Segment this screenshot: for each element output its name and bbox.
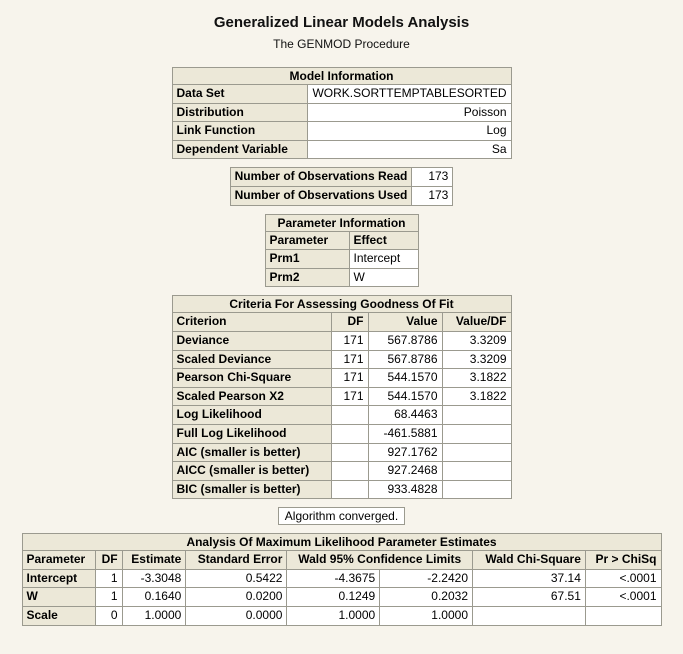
obs-read-value: 173 bbox=[412, 168, 453, 187]
table-row: Number of Observations Read 173 bbox=[230, 168, 453, 187]
model-info-value: Log bbox=[308, 122, 511, 141]
table-row: Scale 0 1.0000 0.0000 1.0000 1.0000 bbox=[22, 607, 661, 626]
table-row: Distribution Poisson bbox=[172, 103, 511, 122]
col-value-df: Value/DF bbox=[442, 313, 511, 332]
mle-estimates-caption: Analysis Of Maximum Likelihood Parameter… bbox=[22, 533, 662, 550]
table-header-row: Parameter DF Estimate Standard Error Wal… bbox=[22, 551, 661, 570]
goodness-of-fit-caption: Criteria For Assessing Goodness Of Fit bbox=[172, 295, 512, 312]
table-row: Scaled Pearson X2171544.15703.1822 bbox=[172, 387, 511, 406]
convergence-note: Algorithm converged. bbox=[278, 507, 405, 525]
param-name: Prm1 bbox=[265, 250, 349, 269]
model-information-caption: Model Information bbox=[172, 67, 512, 84]
col-effect: Effect bbox=[349, 231, 418, 250]
table-row: Pearson Chi-Square171544.15703.1822 bbox=[172, 369, 511, 388]
table-row: Prm1 Intercept bbox=[265, 250, 418, 269]
table-row: AIC (smaller is better)927.1762 bbox=[172, 443, 511, 462]
param-name: Prm2 bbox=[265, 268, 349, 287]
table-row: Deviance171567.87863.3209 bbox=[172, 331, 511, 350]
col-conf-limits: Wald 95% Confidence Limits bbox=[287, 551, 473, 570]
model-info-value: Poisson bbox=[308, 103, 511, 122]
col-wald-chisq: Wald Chi-Square bbox=[473, 551, 586, 570]
col-df: DF bbox=[331, 313, 368, 332]
col-estimate: Estimate bbox=[122, 551, 186, 570]
col-parameter: Parameter bbox=[22, 551, 95, 570]
table-row: Link Function Log bbox=[172, 122, 511, 141]
param-effect: Intercept bbox=[349, 250, 418, 269]
table-row: Dependent Variable Sa bbox=[172, 140, 511, 159]
parameter-information-caption: Parameter Information bbox=[265, 214, 419, 231]
table-row: Log Likelihood68.4463 bbox=[172, 406, 511, 425]
model-info-label: Dependent Variable bbox=[172, 140, 308, 159]
col-parameter: Parameter bbox=[265, 231, 349, 250]
table-row: Scaled Deviance171567.87863.3209 bbox=[172, 350, 511, 369]
table-row: Full Log Likelihood-461.5881 bbox=[172, 424, 511, 443]
mle-estimates-table: Analysis Of Maximum Likelihood Parameter… bbox=[22, 533, 662, 625]
col-df: DF bbox=[95, 551, 122, 570]
param-effect: W bbox=[349, 268, 418, 287]
table-row: Data Set WORK.SORTTEMPTABLESORTED bbox=[172, 85, 511, 104]
table-row: Intercept 1 -3.3048 0.5422 -4.3675 -2.24… bbox=[22, 569, 661, 588]
obs-read-label: Number of Observations Read bbox=[230, 168, 412, 187]
table-row: BIC (smaller is better)933.4828 bbox=[172, 480, 511, 499]
obs-used-value: 173 bbox=[412, 186, 453, 205]
model-info-value: Sa bbox=[308, 140, 511, 159]
table-row: Prm2 W bbox=[265, 268, 418, 287]
table-header-row: Criterion DF Value Value/DF bbox=[172, 313, 511, 332]
parameter-information-table: Parameter Information Parameter Effect P… bbox=[265, 214, 419, 288]
goodness-of-fit-table: Criteria For Assessing Goodness Of Fit C… bbox=[172, 295, 512, 499]
model-information-table: Model Information Data Set WORK.SORTTEMP… bbox=[172, 67, 512, 159]
col-stderr: Standard Error bbox=[186, 551, 287, 570]
model-info-label: Distribution bbox=[172, 103, 308, 122]
model-info-label: Link Function bbox=[172, 122, 308, 141]
table-header-row: Parameter Effect bbox=[265, 231, 418, 250]
table-row: W 1 0.1640 0.0200 0.1249 0.2032 67.51 <.… bbox=[22, 588, 661, 607]
col-criterion: Criterion bbox=[172, 313, 331, 332]
page-title: Generalized Linear Models Analysis bbox=[10, 14, 673, 31]
model-info-value: WORK.SORTTEMPTABLESORTED bbox=[308, 85, 511, 104]
table-row: Number of Observations Used 173 bbox=[230, 186, 453, 205]
col-value: Value bbox=[368, 313, 442, 332]
obs-used-label: Number of Observations Used bbox=[230, 186, 412, 205]
col-pr-chisq: Pr > ChiSq bbox=[585, 551, 661, 570]
procedure-subtitle: The GENMOD Procedure bbox=[10, 37, 673, 51]
model-info-label: Data Set bbox=[172, 85, 308, 104]
observations-table: Number of Observations Read 173 Number o… bbox=[230, 167, 454, 205]
table-row: AICC (smaller is better)927.2468 bbox=[172, 462, 511, 481]
